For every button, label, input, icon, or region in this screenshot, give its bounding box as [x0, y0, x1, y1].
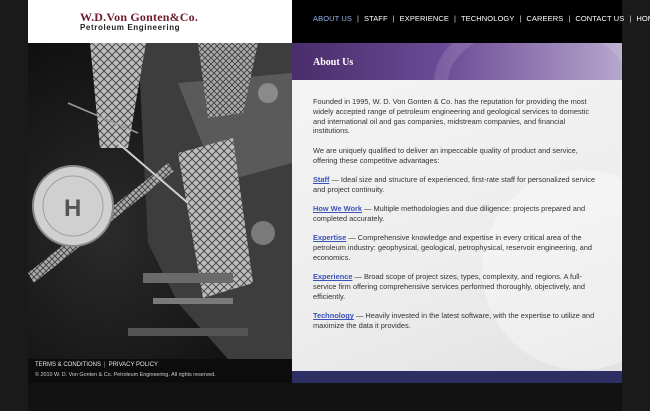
advantage-how-we-work: How We Work — Multiple methodologies and…	[313, 204, 603, 224]
page-header-band: About Us	[292, 43, 622, 80]
intro-paragraph: Founded in 1995, W. D. Von Gonten & Co. …	[313, 97, 590, 136]
nav-separator: |	[519, 14, 522, 23]
advantage-expertise: Expertise — Comprehensive knowledge and …	[313, 233, 603, 262]
nav-item-technology[interactable]: TECHNOLOGY	[461, 14, 515, 23]
oil-rig-illustration: H	[28, 43, 292, 359]
nav-item-about-us[interactable]: ABOUT US	[313, 14, 352, 23]
nav-item-staff[interactable]: STAFF	[364, 14, 388, 23]
nav-separator: |	[453, 14, 456, 23]
nav-item-home[interactable]: HOME	[636, 14, 650, 23]
staff-link[interactable]: Staff	[313, 175, 329, 184]
helipad-letter: H	[64, 195, 81, 222]
footer-separator: |	[104, 362, 106, 368]
qualified-paragraph: We are uniquely qualified to deliver an …	[313, 145, 578, 165]
page: W.D.Von Gonten&Co. Petroleum Engineering…	[28, 0, 650, 411]
advantage-text: — Ideal size and structure of experience…	[313, 174, 596, 194]
advantage-staff: Staff — Ideal size and structure of expe…	[313, 175, 603, 195]
nav-item-careers[interactable]: CAREERS	[526, 14, 563, 23]
copyright-text: © 2010 W. D. Von Gonten & Co. Petroleum …	[35, 372, 216, 378]
advantage-text: — Broad scope of project sizes, types, c…	[313, 272, 585, 301]
how-we-work-link[interactable]: How We Work	[313, 204, 362, 213]
expertise-link[interactable]: Expertise	[313, 233, 346, 242]
nav-separator: |	[629, 14, 632, 23]
nav-item-contact-us[interactable]: CONTACT US	[575, 14, 624, 23]
advantage-text: — Heavily invested in the latest softwar…	[313, 311, 595, 331]
top-nav: ABOUT US | STAFF | EXPERIENCE | TECHNOLO…	[292, 0, 650, 43]
nav-separator: |	[357, 14, 359, 23]
nav-separator: |	[392, 14, 395, 23]
advantage-experience: Experience — Broad scope of project size…	[313, 272, 603, 301]
logo[interactable]: W.D.Von Gonten&Co. Petroleum Engineering	[28, 0, 292, 43]
technology-link[interactable]: Technology	[313, 311, 354, 320]
bottom-accent-bar	[292, 371, 622, 383]
advantage-text: — Comprehensive knowledge and expertise …	[313, 233, 592, 262]
nav-item-experience[interactable]: EXPERIENCE	[400, 14, 449, 23]
logo-subtitle: Petroleum Engineering	[80, 23, 181, 32]
privacy-link[interactable]: PRIVACY POLICY	[109, 362, 158, 368]
experience-link[interactable]: Experience	[313, 272, 352, 281]
footer-links: TERMS & CONDITIONS | PRIVACY POLICY	[35, 362, 158, 368]
advantage-technology: Technology — Heavily invested in the lat…	[313, 311, 603, 331]
oil-rig-photo: H	[28, 43, 292, 359]
footer: TERMS & CONDITIONS | PRIVACY POLICY © 2010…	[28, 359, 292, 383]
main-content: Founded in 1995, W. D. Von Gonten & Co. …	[292, 80, 622, 371]
terms-link[interactable]: TERMS & CONDITIONS	[35, 362, 101, 368]
page-title: About Us	[313, 57, 354, 68]
nav-separator: |	[568, 14, 571, 23]
